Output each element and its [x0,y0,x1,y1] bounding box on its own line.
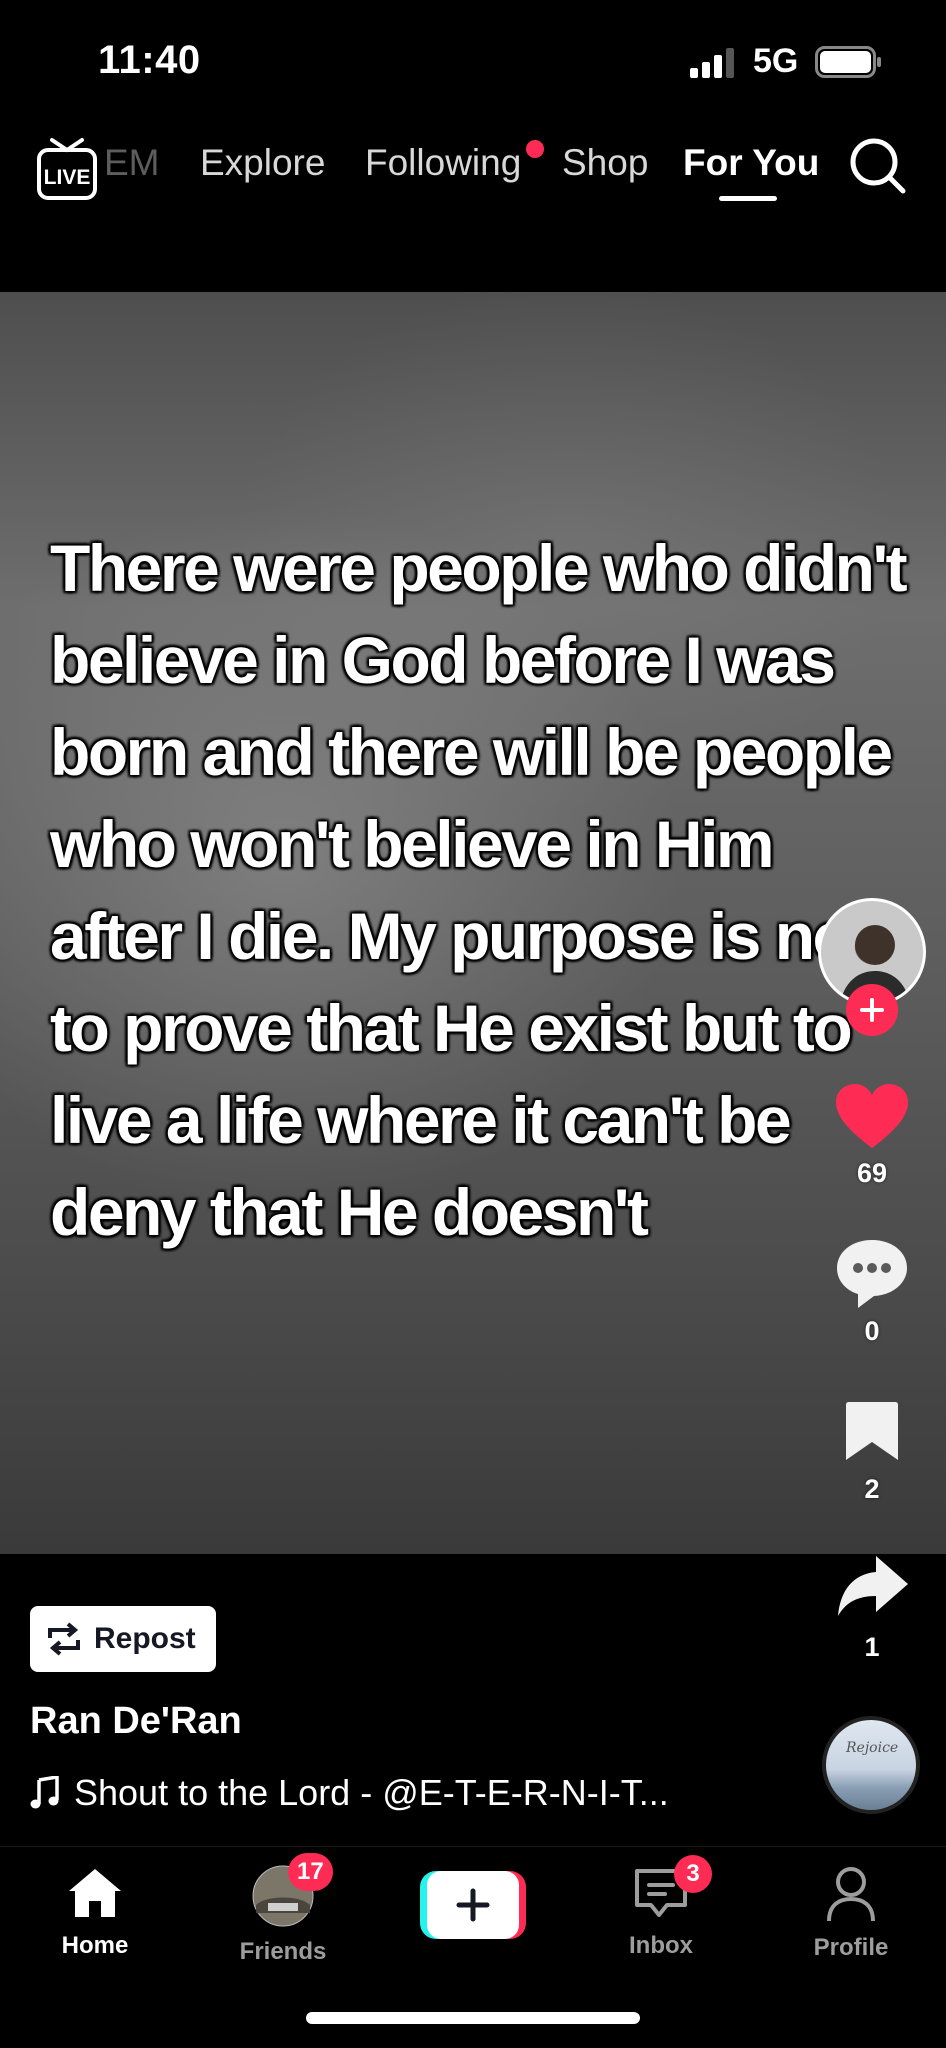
tab-profile-label: Profile [813,1934,889,1961]
like-count: 69 [856,1158,888,1188]
video-overlay-text: There were people who didn't believe in … [50,531,908,1249]
signal-icon [690,48,734,78]
tab-inbox-label: Inbox [629,1932,693,1959]
inbox-badge: 3 [674,1855,712,1893]
tab-shop[interactable]: Shop [562,142,648,184]
tab-inbox[interactable]: Inbox [586,1865,736,1960]
home-indicator[interactable] [306,2012,640,2024]
like-heart-icon[interactable] [834,1082,910,1150]
share-arrow-icon[interactable] [834,1554,910,1620]
search-icon[interactable] [848,136,908,196]
tab-friends-label: Friends [239,1938,327,1965]
music-disc[interactable]: Rejoice [822,1716,920,1814]
repost-icon [48,1622,80,1656]
profile-icon [827,1867,875,1922]
tab-profile[interactable]: Profile [776,1865,926,1962]
tab-home[interactable]: Home [20,1865,170,1960]
tab-explore[interactable]: Explore [200,142,325,184]
plus-icon [860,998,884,1022]
music-disc-text: Rejoice [846,1740,899,1756]
active-tab-indicator [719,196,777,201]
repost-button[interactable]: Repost [30,1606,216,1672]
svg-text:LIVE: LIVE [44,166,91,189]
status-bar: 11:40 5G [0,0,946,120]
battery-icon [815,46,881,78]
live-icon[interactable]: LIVE [36,134,98,204]
friends-badge: 17 [288,1853,333,1891]
following-notification-dot [526,140,544,158]
tab-friends[interactable]: Friends [208,1865,358,1966]
comment-icon[interactable] [834,1236,910,1310]
create-button[interactable] [420,1871,526,1939]
author-name[interactable]: Ran De'Ran [30,1700,242,1743]
tab-em[interactable]: EM [104,142,160,184]
tab-following[interactable]: Following [365,142,521,184]
status-time: 11:40 [98,38,201,82]
comment-count: 0 [864,1316,880,1346]
bookmark-icon[interactable] [844,1400,900,1462]
music-note-icon [30,1776,59,1809]
create-plus-icon [456,1888,490,1922]
video-player[interactable]: There were people who didn't believe in … [0,292,946,1554]
music-info[interactable]: Shout to the Lord - @E-T-E-R-N-I-T... [30,1772,669,1814]
follow-button[interactable] [846,984,898,1036]
repost-label: Repost [94,1622,196,1655]
share-count: 1 [864,1632,880,1662]
top-nav: LIVE EM Explore Following Shop For You [0,120,946,290]
tab-for-you[interactable]: For You [683,142,819,184]
save-count: 2 [864,1474,880,1504]
tab-home-label: Home [61,1932,129,1959]
network-label: 5G [753,42,799,80]
home-icon [69,1869,121,1917]
music-title: Shout to the Lord - @E-T-E-R-N-I-T... [74,1772,669,1813]
